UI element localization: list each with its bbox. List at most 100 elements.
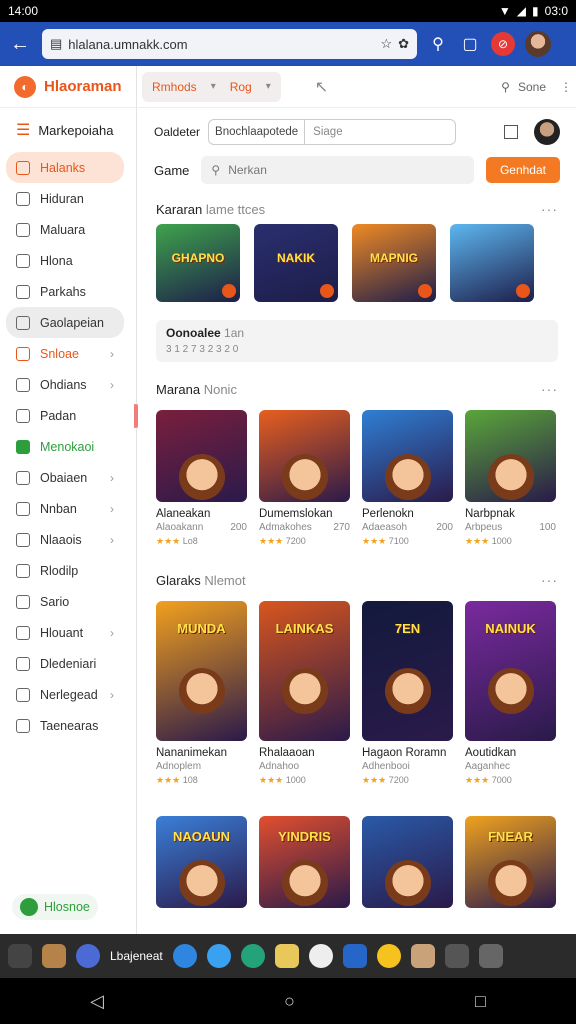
game-card-art[interactable]: MUNDA [156, 601, 247, 741]
game-card[interactable]: MUNDA Nananimekan Adnoplem ★★★ 108 [156, 601, 247, 786]
avatar[interactable] [525, 31, 551, 57]
sidebar-item[interactable]: Parkahs [6, 276, 124, 307]
character-image [487, 454, 534, 501]
extension-icon[interactable]: ✿ [398, 36, 409, 52]
sidebar-item[interactable]: Nlaaois › [6, 524, 124, 555]
filter-input[interactable]: Siage [305, 126, 455, 138]
top-search[interactable]: ⚲ Sone ⋮ [501, 80, 572, 94]
tabs-icon[interactable]: ▢ [459, 34, 481, 54]
record-icon[interactable]: ⊘ [491, 32, 515, 56]
tab-rog[interactable]: Rog [230, 80, 252, 94]
key-icon[interactable]: ⚲ [427, 34, 449, 54]
sidebar-item[interactable]: Gaolapeian [6, 307, 124, 338]
app-icon-cloud[interactable] [206, 944, 231, 968]
game-card[interactable]: Narbpnak Arbpeus 100 ★★★ 1000 [465, 410, 556, 547]
game-card-art[interactable]: 7EN [362, 601, 453, 741]
game-card-art[interactable]: YINDRIS [259, 816, 350, 908]
nav-recents-icon[interactable]: □ [475, 991, 486, 1012]
app-icon-dark[interactable] [444, 944, 469, 968]
sidebar-item[interactable]: Hlona [6, 245, 124, 276]
profile-avatar[interactable] [534, 119, 560, 145]
star-icon[interactable]: ☆ [380, 36, 392, 52]
taskbar-label[interactable]: Lbajeneat [110, 949, 163, 963]
filter-segment[interactable]: Bnochlaapotede [209, 120, 306, 144]
filter-field[interactable]: Bnochlaapotede Siage [208, 119, 457, 145]
sidebar-item[interactable]: Maluara [6, 214, 124, 245]
sidebar-item[interactable]: Hlouant › [6, 617, 124, 648]
sidebar-item[interactable]: Padan [6, 400, 124, 431]
nav-home-icon[interactable]: ○ [284, 991, 295, 1012]
game-card[interactable] [362, 816, 453, 908]
featured-game-tile[interactable] [450, 224, 534, 302]
trash-icon[interactable] [478, 944, 503, 968]
sidebar-item[interactable]: Snloae › [6, 338, 124, 369]
tile-badge-icon [418, 284, 432, 298]
sidebar-item[interactable]: Ohdians › [6, 369, 124, 400]
more-horiz-icon[interactable]: ··· [541, 201, 558, 217]
app-icon-board[interactable] [410, 944, 435, 968]
game-card-art[interactable] [156, 410, 247, 502]
sidebar-footer[interactable]: Hlosnoe [12, 894, 98, 920]
game-card-art[interactable] [362, 816, 453, 908]
game-card-art[interactable] [362, 410, 453, 502]
app-icon-blue[interactable] [172, 944, 197, 968]
game-card[interactable]: Perlenokn Adaeasoh 200 ★★★ 7100 [362, 410, 453, 547]
back-arrow-icon[interactable]: ← [8, 33, 32, 56]
game-card[interactable]: NAOAUN [156, 816, 247, 908]
game-card[interactable]: LAINKAS Rhalaaoan Adnahoo ★★★ 1000 [259, 601, 350, 786]
character-icon[interactable] [76, 944, 100, 968]
grid-icon[interactable] [8, 944, 32, 968]
app-icon-coin[interactable] [376, 944, 401, 968]
game-name: Nananimekan [156, 747, 227, 759]
sidebar-item[interactable]: Dledeniari [6, 648, 124, 679]
nav-back-icon[interactable]: ◁ [90, 991, 104, 1012]
sidebar-item[interactable]: Nnban › [6, 493, 124, 524]
more-horiz-icon[interactable]: ··· [541, 381, 558, 397]
sidebar-item[interactable]: Nerlegead › [6, 679, 124, 710]
game-card-art[interactable]: LAINKAS [259, 601, 350, 741]
brand-logo-icon: ◐ [14, 75, 36, 98]
sidebar-item[interactable]: Rlodilp [6, 555, 124, 586]
featured-game-tile[interactable]: GHAPNO [156, 224, 240, 302]
sidebar-item[interactable]: Sario [6, 586, 124, 617]
menu-icon[interactable]: ☰ [16, 120, 30, 140]
more-vert-icon[interactable]: ⋮ [560, 80, 572, 94]
game-search-button[interactable]: Genhdat [485, 157, 560, 183]
sidebar-item[interactable]: Hiduran [6, 183, 124, 214]
game-card[interactable]: Dumemslokan Admakohes 270 ★★★ 7200 [259, 410, 350, 547]
game-search-input[interactable]: ⚲ Nerkan [201, 156, 474, 184]
sidebar-item[interactable]: Menokaoi [6, 431, 124, 462]
battery-icon: ▮ [532, 4, 539, 18]
app-icon-info[interactable] [308, 944, 333, 968]
sidebar-item[interactable]: Obaiaen › [6, 462, 124, 493]
game-card-art[interactable]: NAINUK [465, 601, 556, 741]
game-card[interactable]: 7EN Hagaon Roramn Adhenbooi ★★★ 7200 [362, 601, 453, 786]
tab-chip[interactable]: Rmhods ▾ Rog ▾ [142, 71, 281, 102]
more-horiz-icon[interactable]: ··· [541, 572, 558, 588]
address-bar[interactable]: ▤ hlalana.umnakk.com ☆ ✿ [42, 29, 417, 59]
search-icon: ⚲ [211, 163, 221, 177]
game-card[interactable]: YINDRIS [259, 816, 350, 908]
chevron-right-icon: › [110, 377, 114, 392]
game-card[interactable]: Alaneakan Alaoakann 200 ★★★ Lo8 [156, 410, 247, 547]
featured-game-tile[interactable]: NAKIK [254, 224, 338, 302]
sidebar-menu-header[interactable]: ☰ Markepoiaha [0, 108, 136, 152]
game-card[interactable]: FNEAR [465, 816, 556, 908]
game-card-art[interactable]: NAOAUN [156, 816, 247, 908]
game-developer: Adnoplem [156, 761, 202, 772]
sidebar-item[interactable]: Halanks [6, 152, 124, 183]
expand-icon[interactable] [504, 125, 518, 139]
featured-game-tile[interactable]: MAPNIG [352, 224, 436, 302]
brand[interactable]: ◐ Hlaoraman [0, 66, 136, 108]
box-icon[interactable] [42, 944, 66, 968]
game-card-art[interactable]: FNEAR [465, 816, 556, 908]
game-card-art[interactable] [259, 410, 350, 502]
tab-rmhods[interactable]: Rmhods [152, 80, 197, 94]
game-card[interactable]: NAINUK Aoutidkan Aaganhec ★★★ 7000 [465, 601, 556, 786]
sidebar-item[interactable]: Taenearas [6, 710, 124, 741]
app-icon-doc[interactable] [342, 944, 367, 968]
app-icon-green[interactable] [240, 944, 265, 968]
character-image [384, 668, 431, 715]
app-icon-note[interactable] [274, 944, 299, 968]
game-card-art[interactable] [465, 410, 556, 502]
